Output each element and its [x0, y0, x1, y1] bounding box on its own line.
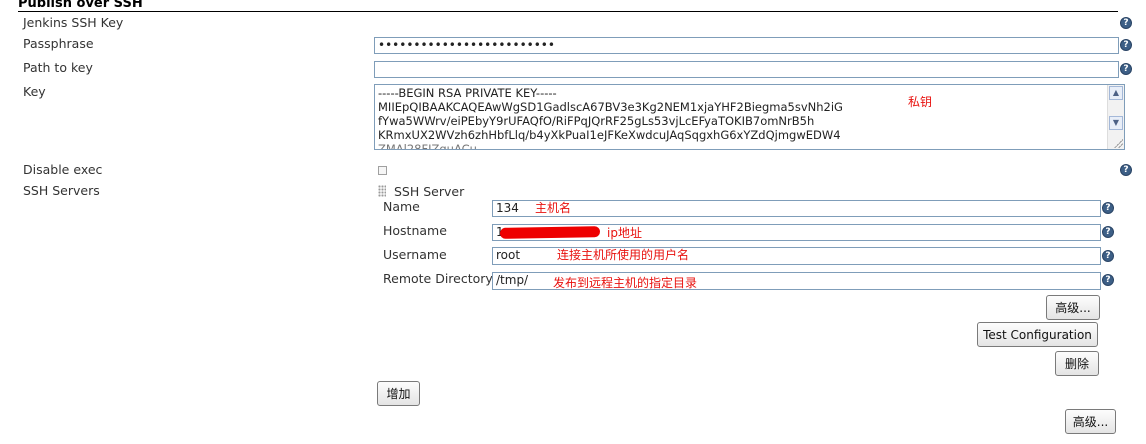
annotation-private-key: 私钥	[908, 95, 933, 109]
server-username-label: Username	[383, 247, 447, 262]
disable-exec-checkbox[interactable]	[378, 166, 387, 175]
key-line: -----BEGIN RSA PRIVATE KEY-----	[378, 86, 557, 100]
help-icon[interactable]: ?	[1102, 202, 1114, 214]
advanced-button[interactable]: 高级...	[1065, 409, 1116, 434]
annotation-username: 连接主机所使用的用户名	[557, 248, 690, 262]
key-textarea[interactable]: -----BEGIN RSA PRIVATE KEY----- MIIEpQIB…	[374, 84, 1125, 150]
help-icon[interactable]: ?	[1102, 250, 1114, 262]
add-server-button[interactable]: 增加	[377, 381, 420, 406]
disable-exec-label: Disable exec	[23, 162, 103, 177]
section-divider	[18, 11, 1118, 12]
help-icon[interactable]: ?	[1102, 226, 1114, 238]
key-line: fYwa5WWrv/eiPEbyY9rUFAQfO/RiFPqJQrRF25gL…	[378, 114, 815, 128]
server-advanced-button[interactable]: 高级...	[1046, 295, 1100, 320]
server-username-value: root	[496, 248, 521, 262]
section-title: Publish over SSH	[18, 0, 143, 11]
help-icon[interactable]: ?	[1120, 39, 1132, 51]
annotation-remote-dir: 发布到远程主机的指定目录	[553, 276, 698, 290]
server-name-value: 134	[496, 201, 519, 215]
server-name-input[interactable]: 134	[492, 200, 1101, 217]
help-icon[interactable]: ?	[1120, 63, 1132, 75]
resize-grip-icon[interactable]	[1113, 138, 1123, 148]
path-to-key-label: Path to key	[23, 60, 93, 75]
key-line: ZMAl28FIZguACu...	[378, 142, 488, 150]
drag-handle-icon[interactable]	[378, 185, 386, 197]
key-label: Key	[23, 84, 46, 99]
scroll-up-arrow-icon[interactable]: ▲	[1109, 86, 1123, 100]
passphrase-input[interactable]: •••••••••••••••••••••••••	[374, 37, 1119, 54]
help-icon[interactable]: ?	[1120, 164, 1132, 176]
passphrase-label: Passphrase	[23, 36, 94, 51]
jenkins-ssh-key-label: Jenkins SSH Key	[23, 15, 124, 30]
delete-server-button[interactable]: 删除	[1055, 351, 1099, 376]
help-icon[interactable]: ?	[1120, 17, 1132, 29]
server-remote-dir-label: Remote Directory	[383, 271, 493, 286]
path-to-key-input[interactable]	[374, 61, 1119, 78]
server-name-label: Name	[383, 199, 420, 214]
annotation-ip-address: ip地址	[607, 226, 642, 240]
ssh-servers-label: SSH Servers	[23, 183, 100, 198]
server-remote-dir-value: /tmp/	[496, 273, 529, 287]
scroll-down-arrow-icon[interactable]: ▼	[1109, 116, 1123, 130]
server-hostname-label: Hostname	[383, 223, 447, 238]
key-line: MIIEpQIBAAKCAQEAwWgSD1GadlscA67BV3e3Kg2N…	[378, 100, 843, 114]
ssh-server-header: SSH Server	[394, 184, 465, 199]
redaction-scribble	[499, 226, 601, 239]
help-icon[interactable]: ?	[1102, 274, 1114, 286]
test-configuration-button[interactable]: Test Configuration	[977, 322, 1098, 347]
annotation-hostname-name: 主机名	[535, 201, 572, 215]
key-line: KRmxUX2WVzh6zhHbfLlq/b4yXkPuaI1eJFKeXwdc…	[378, 128, 841, 142]
